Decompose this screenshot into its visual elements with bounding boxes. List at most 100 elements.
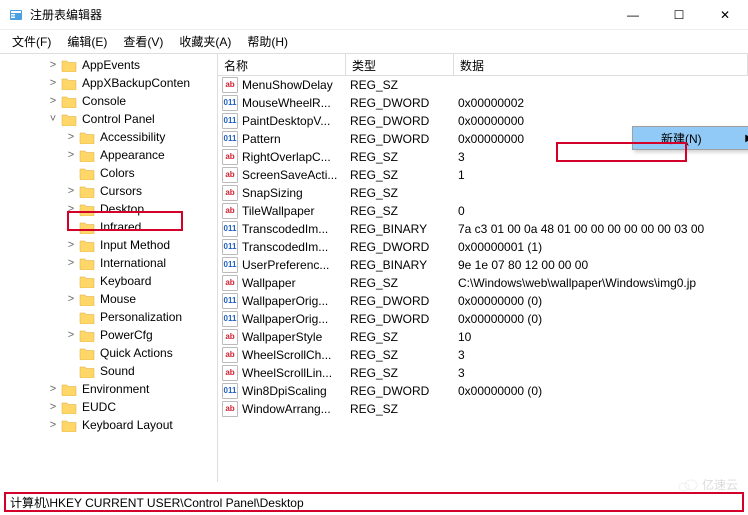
value-type: REG_BINARY <box>350 258 458 272</box>
expand-icon[interactable]: > <box>64 328 78 342</box>
tree-item[interactable]: >Mouse <box>2 290 217 308</box>
tree-item[interactable]: Infrared <box>2 218 217 236</box>
tree-item-label: AppEvents <box>80 58 142 72</box>
string-value-icon: ab <box>222 329 238 345</box>
tree-item[interactable]: Personalization <box>2 308 217 326</box>
value-row[interactable]: abWheelScrollLin...REG_SZ3 <box>218 364 748 382</box>
tree-item-label: Cursors <box>98 184 144 198</box>
watermark: 亿速云 <box>678 476 738 493</box>
tree-item[interactable]: > Appearance <box>2 146 217 164</box>
menu-help[interactable]: 帮助(H) <box>239 31 296 52</box>
value-type: REG_BINARY <box>350 222 458 236</box>
tree-item[interactable]: Keyboard <box>2 272 217 290</box>
value-row[interactable]: abWallpaperStyleREG_SZ10 <box>218 328 748 346</box>
value-row[interactable]: abMenuShowDelayREG_SZ <box>218 76 748 94</box>
string-value-icon: ab <box>222 149 238 165</box>
expand-icon[interactable]: > <box>46 58 60 72</box>
tree-item-label: Personalization <box>98 310 184 324</box>
value-type: REG_DWORD <box>350 294 458 308</box>
folder-icon <box>79 347 95 360</box>
value-row[interactable]: 011MouseWheelR...REG_DWORD0x00000002 <box>218 94 748 112</box>
tree-item[interactable]: >International <box>2 254 217 272</box>
expand-icon[interactable]: > <box>46 382 60 396</box>
col-data[interactable]: 数据 <box>454 54 748 75</box>
tree-item[interactable]: Colors <box>2 164 217 182</box>
tree-item[interactable]: Quick Actions <box>2 344 217 362</box>
tree-item[interactable]: >Desktop <box>2 200 217 218</box>
value-row[interactable]: abScreenSaveActi...REG_SZ1 <box>218 166 748 184</box>
tree-item[interactable]: >EUDC <box>2 398 217 416</box>
tree-item[interactable]: >Console <box>2 92 217 110</box>
tree-item[interactable]: >Input Method <box>2 236 217 254</box>
tree-item-label: Quick Actions <box>98 346 175 360</box>
col-name[interactable]: 名称 <box>218 54 346 75</box>
value-name: RightOverlapC... <box>242 150 350 164</box>
value-row[interactable]: abTileWallpaperREG_SZ0 <box>218 202 748 220</box>
tree-item[interactable]: >PowerCfg <box>2 326 217 344</box>
expand-icon[interactable]: > <box>46 418 60 432</box>
binary-value-icon: 011 <box>222 293 238 309</box>
value-row[interactable]: 011Win8DpiScalingREG_DWORD0x00000000 (0) <box>218 382 748 400</box>
tree-item-label: Appearance <box>98 148 167 162</box>
value-row[interactable]: 011WallpaperOrig...REG_DWORD0x00000000 (… <box>218 292 748 310</box>
value-row[interactable]: abWheelScrollCh...REG_SZ3 <box>218 346 748 364</box>
string-value-icon: ab <box>222 77 238 93</box>
value-type: REG_DWORD <box>350 240 458 254</box>
expand-icon[interactable]: > <box>46 76 60 90</box>
expand-icon[interactable]: > <box>64 148 78 162</box>
tree-item[interactable]: > AppEvents <box>2 56 217 74</box>
expand-icon[interactable]: > <box>64 202 78 216</box>
tree-item[interactable]: ˅Control Panel <box>2 110 217 128</box>
key-tree[interactable]: > AppEvents >AppXBackupConten>Console˅Cont… <box>0 54 218 482</box>
menu-view[interactable]: 查看(V) <box>115 31 171 52</box>
tree-item[interactable]: >Keyboard Layout <box>2 416 217 434</box>
tree-item-label: Accessibility <box>98 130 167 144</box>
minimize-button[interactable]: — <box>610 0 656 30</box>
value-type: REG_SZ <box>350 78 458 92</box>
value-row[interactable]: abSnapSizingREG_SZ <box>218 184 748 202</box>
string-value-icon: ab <box>222 167 238 183</box>
expand-icon[interactable]: > <box>64 292 78 306</box>
tree-item[interactable]: Sound <box>2 362 217 380</box>
expand-icon[interactable]: > <box>64 238 78 252</box>
collapse-icon[interactable]: ˅ <box>46 112 60 126</box>
value-name: TranscodedIm... <box>242 222 350 236</box>
close-button[interactable]: ✕ <box>702 0 748 30</box>
maximize-button[interactable]: ☐ <box>656 0 702 30</box>
value-type: REG_DWORD <box>350 312 458 326</box>
expand-icon[interactable]: > <box>64 130 78 144</box>
binary-value-icon: 011 <box>222 311 238 327</box>
tree-item[interactable]: >AppXBackupConten <box>2 74 217 92</box>
menu-file[interactable]: 文件(F) <box>4 31 59 52</box>
value-row[interactable]: abWallpaperREG_SZC:\Windows\web\wallpape… <box>218 274 748 292</box>
folder-icon <box>79 365 95 378</box>
value-type: REG_SZ <box>350 186 458 200</box>
value-row[interactable]: ab RightOverlapC...REG_SZ3 <box>218 148 748 166</box>
tree-item[interactable]: > Accessibility <box>2 128 217 146</box>
folder-icon <box>79 275 95 288</box>
value-data: 3 <box>458 150 748 164</box>
expand-icon[interactable]: > <box>64 256 78 270</box>
menu-edit[interactable]: 编辑(E) <box>59 31 115 52</box>
value-row[interactable]: 011UserPreferenc...REG_BINARY9e 1e 07 80… <box>218 256 748 274</box>
value-row[interactable]: 011TranscodedIm...REG_DWORD0x00000001 (1… <box>218 238 748 256</box>
ctx-new[interactable]: 新建(N) ▶ <box>633 127 748 149</box>
menu-favorites[interactable]: 收藏夹(A) <box>171 31 239 52</box>
folder-icon <box>61 113 77 126</box>
expand-icon[interactable]: > <box>46 400 60 414</box>
tree-item[interactable]: > Cursors <box>2 182 217 200</box>
value-row[interactable]: 011TranscodedIm...REG_BINARY7a c3 01 00 … <box>218 220 748 238</box>
window-title: 注册表编辑器 <box>30 6 610 23</box>
value-type: REG_SZ <box>350 150 458 164</box>
value-type: REG_SZ <box>350 276 458 290</box>
col-type[interactable]: 类型 <box>346 54 454 75</box>
value-row[interactable]: abWindowArrang...REG_SZ <box>218 400 748 418</box>
tree-item-label: Infrared <box>98 220 143 234</box>
value-name: WallpaperStyle <box>242 330 350 344</box>
expand-icon[interactable]: > <box>46 94 60 108</box>
tree-item[interactable]: >Environment <box>2 380 217 398</box>
value-row[interactable]: 011WallpaperOrig...REG_DWORD0x00000000 (… <box>218 310 748 328</box>
value-name: Pattern <box>242 132 350 146</box>
expand-icon[interactable]: > <box>64 184 78 198</box>
folder-icon <box>61 383 77 396</box>
